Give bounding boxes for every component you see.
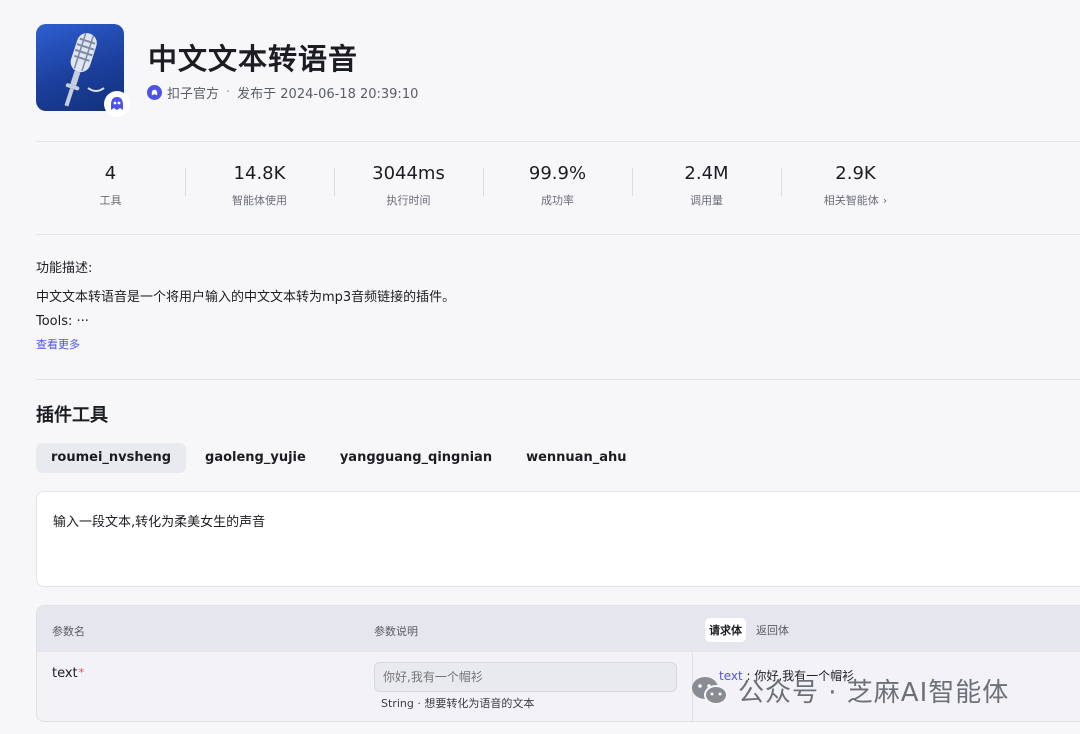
params-table-header: 参数名 参数说明 请求体 返回体 [37, 606, 1080, 652]
publish-time: 发布于 2024-06-18 20:39:10 [237, 87, 419, 102]
tab-request-body[interactable]: 请求体 [705, 618, 746, 642]
header-divider [36, 141, 1080, 142]
meta-separator: · [226, 85, 231, 100]
description-tools: Tools: ··· [36, 314, 89, 329]
description-divider [36, 379, 1080, 380]
plugin-logo [36, 24, 130, 117]
param-name-text: text [52, 666, 78, 681]
stat-value: 14.8K [233, 163, 286, 184]
coze-mascot-icon [104, 91, 130, 117]
watermark: 公众号 · 芝麻AI智能体 [690, 672, 1009, 709]
publisher-name[interactable]: 扣子官方 [167, 83, 219, 102]
stat-label: 调用量 [690, 194, 723, 207]
stat-value: 4 [104, 163, 117, 184]
watermark-text: 公众号 · 芝麻AI智能体 [738, 678, 1010, 708]
stat-label: 相关智能体 › [781, 192, 930, 208]
required-mark: * [78, 666, 85, 679]
tab-gaoleng-yujie[interactable]: gaoleng_yujie [190, 443, 321, 473]
plugin-meta: 扣子官方 · 发布于 2024-06-18 20:39:10 [147, 83, 418, 102]
stat-label: 工具 [99, 194, 122, 207]
stat-tools: 4 工具 [36, 162, 185, 208]
param-text-input[interactable] [374, 662, 677, 692]
stat-label: 智能体使用 [232, 194, 287, 207]
publisher-icon [147, 85, 162, 100]
chevron-right-icon: › [882, 194, 888, 207]
stat-related-agents[interactable]: 2.9K 相关智能体 › [781, 162, 930, 208]
stats-divider [36, 234, 1080, 235]
tool-description-box: 输入一段文本,转化为柔美女生的声音 [36, 491, 1080, 587]
column-param-desc: 参数说明 [374, 625, 418, 638]
stat-success-rate: 99.9% 成功率 [483, 162, 632, 208]
stats-row: 4 工具 14.8K 智能体使用 3044ms 执行时间 99.9% 成功率 2… [36, 162, 930, 208]
wechat-icon [692, 676, 728, 705]
stat-exec-time: 3044ms 执行时间 [334, 162, 483, 208]
view-more-link[interactable]: 查看更多 [36, 336, 80, 352]
column-param-name: 参数名 [52, 625, 85, 638]
section-title: 插件工具 [36, 405, 108, 426]
plugin-title: 中文文本转语音 [148, 42, 359, 76]
tab-response-body[interactable]: 返回体 [752, 618, 793, 642]
description-text: 中文文本转语音是一个将用户输入的中文文本转为mp3音频链接的插件。 [36, 290, 456, 305]
tab-yangguang-qingnian[interactable]: yangguang_qingnian [325, 443, 507, 473]
plugin-detail-page: 中文文本转语音 扣子官方 · 发布于 2024-06-18 20:39:10 4… [0, 0, 1080, 734]
stat-value: 2.4M [684, 163, 729, 184]
description-heading: 功能描述: [36, 261, 93, 276]
stat-label: 执行时间 [386, 194, 431, 207]
stat-label-text: 相关智能体 [823, 194, 879, 207]
stat-value: 99.9% [528, 163, 587, 184]
stat-agent-usage: 14.8K 智能体使用 [185, 162, 334, 208]
stat-value: 2.9K [835, 163, 876, 184]
stat-value: 3044ms [372, 163, 445, 184]
tool-tabs: roumei_nvsheng gaoleng_yujie yangguang_q… [36, 443, 646, 473]
tab-wennuan-ahu[interactable]: wennuan_ahu [511, 443, 641, 473]
param-type-desc: String · 想要转化为语音的文本 [381, 697, 535, 710]
request-response-tabs: 请求体 返回体 [705, 618, 799, 642]
stat-call-volume: 2.4M 调用量 [632, 162, 781, 208]
stat-label: 成功率 [541, 194, 574, 207]
tab-roumei-nvsheng[interactable]: roumei_nvsheng [36, 443, 187, 473]
tool-description: 输入一段文本,转化为柔美女生的声音 [53, 515, 266, 530]
param-name: text* [52, 666, 84, 681]
